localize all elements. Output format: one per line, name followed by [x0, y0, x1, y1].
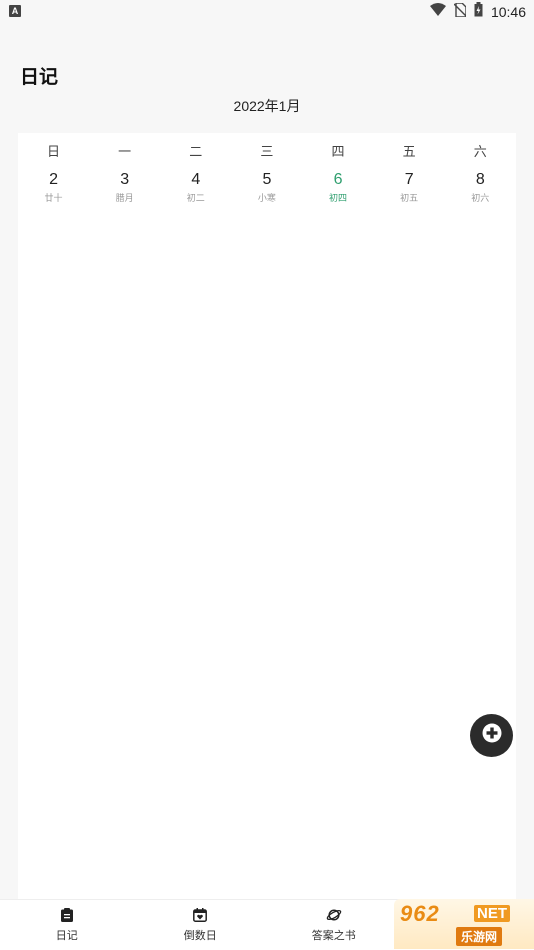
date-cell[interactable]: 3 腊月 [89, 171, 160, 204]
weekday-label: 日 [18, 141, 89, 160]
date-number: 5 [231, 171, 302, 189]
status-icons: 10:46 [430, 3, 526, 21]
date-cell[interactable]: 4 初二 [160, 171, 231, 204]
lunar-date: 小寒 [231, 191, 302, 204]
lunar-date: 初二 [160, 191, 231, 204]
countdown-calendar-icon [193, 907, 207, 923]
status-time: 10:46 [491, 4, 526, 20]
nav-item-diary[interactable]: 日记 [0, 900, 134, 950]
lunar-date: 初六 [445, 191, 516, 204]
date-number: 6 [303, 171, 374, 189]
status-bar: A 10:46 [0, 0, 534, 24]
weekday-label: 三 [231, 141, 302, 160]
date-number: 4 [160, 171, 231, 189]
date-cell[interactable]: 2 廿十 [18, 171, 89, 204]
date-number: 2 [18, 171, 89, 189]
lunar-date: 初四 [303, 191, 374, 204]
week-date-row: 2 廿十 3 腊月 4 初二 5 小寒 6 初四 7 初五 8 初六 [18, 171, 516, 204]
date-number: 8 [445, 171, 516, 189]
nav-item-answer-book[interactable]: 答案之书 [267, 900, 401, 950]
lunar-date: 腊月 [89, 191, 160, 204]
lunar-date: 廿十 [18, 191, 89, 204]
calendar-card: 日 一 二 三 四 五 六 2 廿十 3 腊月 4 初二 5 小寒 6 初四 7… [18, 133, 516, 899]
date-number: 3 [89, 171, 160, 189]
weekday-label: 四 [303, 141, 374, 160]
add-entry-button[interactable] [470, 714, 513, 757]
date-number: 7 [374, 171, 445, 189]
date-cell[interactable]: 5 小寒 [231, 171, 302, 204]
date-cell[interactable]: 8 初六 [445, 171, 516, 204]
month-label[interactable]: 2022年1月 [0, 96, 534, 116]
watermark-number: 962 [400, 901, 440, 927]
nav-label: 倒数日 [184, 927, 217, 943]
diary-icon [61, 907, 73, 923]
wifi-icon [430, 3, 446, 21]
nav-item-countdown[interactable]: 倒数日 [134, 900, 268, 950]
weekday-label: 五 [374, 141, 445, 160]
weekday-row: 日 一 二 三 四 五 六 [18, 141, 516, 160]
no-sim-icon [454, 3, 466, 22]
weekday-label: 二 [160, 141, 231, 160]
watermark-net: NET [474, 905, 510, 922]
weekday-label: 一 [89, 141, 160, 160]
date-cell-today[interactable]: 6 初四 [303, 171, 374, 204]
watermark-logo: 962 NET 乐游网 [394, 899, 534, 949]
planet-icon [326, 907, 342, 923]
watermark-site: 乐游网 [456, 927, 502, 946]
battery-icon [474, 2, 483, 22]
notification-icon: A [9, 5, 21, 17]
plus-icon [482, 723, 502, 748]
nav-label: 答案之书 [312, 927, 356, 943]
lunar-date: 初五 [374, 191, 445, 204]
page-title: 日记 [20, 62, 58, 89]
weekday-label: 六 [445, 141, 516, 160]
date-cell[interactable]: 7 初五 [374, 171, 445, 204]
nav-label: 日记 [56, 927, 78, 943]
